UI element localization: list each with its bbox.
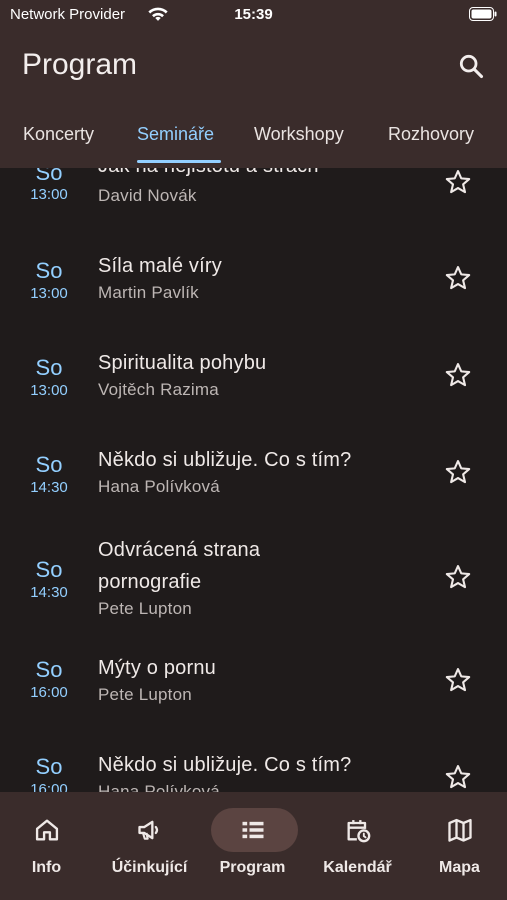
- star-icon[interactable]: [444, 666, 472, 694]
- nav-label: Program: [219, 859, 286, 876]
- day-label: So: [35, 355, 63, 380]
- list-item[interactable]: So 13:00 Jak na nejistotu a strach David…: [0, 168, 507, 234]
- item-speaker: Pete Lupton: [98, 599, 192, 618]
- day-label: So: [35, 754, 63, 779]
- item-speaker: Martin Pavlík: [98, 283, 199, 302]
- time-label: 16:00: [30, 684, 68, 701]
- item-title: Někdo si ubližuje. Co s tím?: [98, 449, 352, 471]
- item-speaker: Hana Polívková: [98, 782, 220, 792]
- time-label: 13:00: [30, 186, 68, 203]
- home-icon: [35, 819, 59, 841]
- item-title: Jak na nejistotu a strach: [98, 168, 319, 182]
- item-speaker: Hana Polívková: [98, 477, 220, 496]
- status-bar: Network Provider 15:39: [0, 0, 507, 30]
- map-icon: [448, 818, 472, 842]
- day-label: So: [35, 258, 63, 283]
- nav-label: Mapa: [439, 859, 480, 876]
- nav-kalendar[interactable]: Kalendář: [307, 792, 408, 900]
- tab-workshopy[interactable]: Workshopy: [254, 124, 344, 145]
- calendar-clock-icon: [347, 820, 371, 843]
- megaphone-icon: [138, 820, 159, 840]
- list-icon: [242, 821, 264, 839]
- star-icon[interactable]: [444, 458, 472, 486]
- clock: 15:39: [234, 6, 273, 23]
- star-icon[interactable]: [444, 264, 472, 292]
- tab-rozhovory[interactable]: Rozhovory: [388, 124, 474, 145]
- time-label: 14:30: [30, 479, 68, 496]
- time-label: 13:00: [30, 285, 68, 302]
- item-title-line-1: Odvrácená strana: [98, 539, 261, 561]
- item-title: Síla malé víry: [98, 255, 222, 277]
- tab-bar: Koncerty Semináře Workshopy Rozhovory: [0, 118, 507, 168]
- list-item[interactable]: So 14:30 Někdo si ubližuje. Co s tím? Ha…: [0, 444, 507, 530]
- nav-label: Kalendář: [323, 859, 392, 876]
- time-label: 16:00: [30, 781, 68, 792]
- list-item[interactable]: So 13:00 Síla malé víry Martin Pavlík: [0, 250, 507, 336]
- nav-label: Účinkující: [111, 859, 188, 876]
- nav-mapa[interactable]: Mapa: [409, 792, 507, 900]
- item-title: Někdo si ubližuje. Co s tím?: [98, 754, 352, 776]
- list-item[interactable]: So 16:00 Mýty o pornu Pete Lupton: [0, 652, 507, 738]
- list-item[interactable]: So 13:00 Spiritualita pohybu Vojtěch Raz…: [0, 347, 507, 433]
- day-label: So: [35, 557, 63, 582]
- star-icon[interactable]: [444, 361, 472, 389]
- day-label: So: [35, 452, 63, 477]
- active-tab-indicator: [137, 160, 221, 163]
- time-label: 14:30: [30, 584, 68, 601]
- item-title: Mýty o pornu: [98, 657, 217, 679]
- star-icon[interactable]: [444, 763, 472, 791]
- item-speaker: David Novák: [98, 186, 197, 205]
- nav-info[interactable]: Info: [0, 792, 97, 900]
- item-speaker: Vojtěch Razima: [98, 380, 219, 399]
- list-item[interactable]: So 14:30 Odvrácená strana pornografie Pe…: [0, 534, 507, 634]
- bottom-navigation: Info Účinkující Program Kalendář Mapa: [0, 792, 507, 900]
- page-title: Program: [22, 48, 138, 81]
- nav-program[interactable]: Program: [202, 792, 303, 900]
- program-list[interactable]: So 13:00 Jak na nejistotu a strach David…: [0, 168, 507, 792]
- nav-ucinkujici[interactable]: Účinkující: [99, 792, 200, 900]
- tab-koncerty[interactable]: Koncerty: [23, 124, 94, 145]
- item-title-line-2: pornografie: [98, 571, 202, 593]
- app-bar: Program Koncerty Semináře Workshopy Rozh…: [0, 30, 507, 168]
- item-title: Spiritualita pohybu: [98, 352, 267, 374]
- battery-icon: [469, 7, 497, 21]
- star-icon[interactable]: [444, 168, 472, 196]
- star-icon[interactable]: [444, 563, 472, 591]
- day-label: So: [35, 168, 63, 185]
- time-label: 13:00: [30, 382, 68, 399]
- item-speaker: Pete Lupton: [98, 685, 192, 704]
- nav-label: Info: [31, 859, 62, 876]
- day-label: So: [35, 657, 63, 682]
- search-icon[interactable]: [457, 52, 485, 80]
- list-item[interactable]: So 16:00 Někdo si ubližuje. Co s tím? Ha…: [0, 749, 507, 792]
- tab-seminare[interactable]: Semináře: [137, 124, 214, 145]
